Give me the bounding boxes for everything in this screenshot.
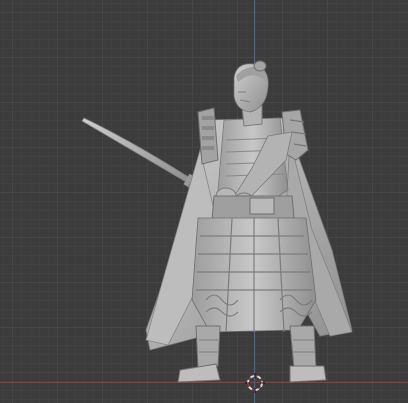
samurai-model[interactable] — [0, 0, 408, 403]
3d-cursor-icon[interactable] — [244, 372, 266, 394]
3d-viewport[interactable] — [0, 0, 408, 403]
